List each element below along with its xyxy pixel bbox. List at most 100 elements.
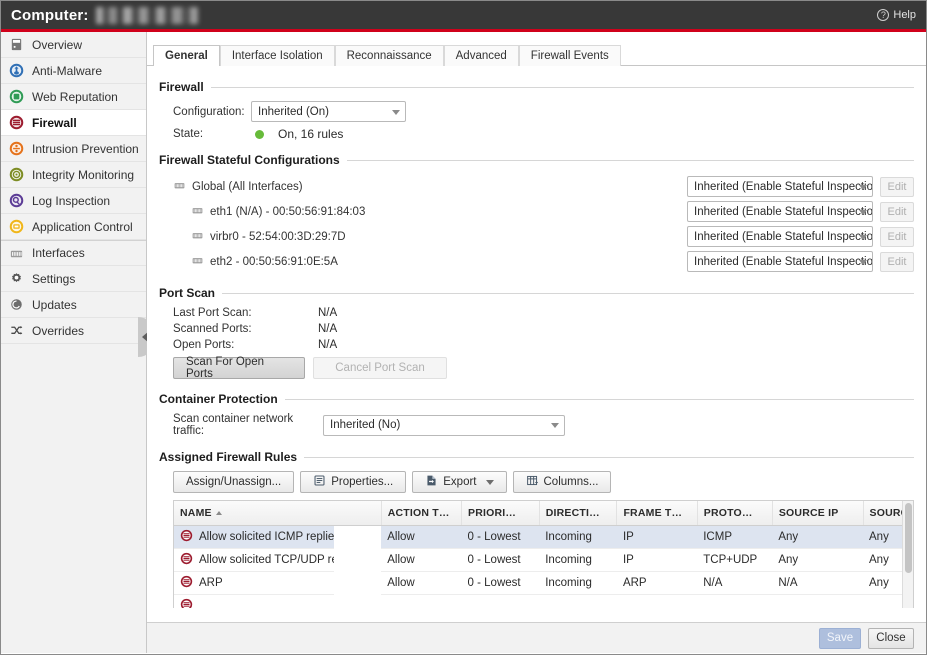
rule-name-label: Allow solicited ICMP replies — [199, 531, 334, 543]
rule-name-cell: DHCP Server — [174, 595, 334, 609]
stateful-select[interactable]: Inherited (Enable Stateful Inspection) — [687, 176, 873, 197]
sidebar-item-firewall[interactable]: Firewall — [1, 110, 146, 136]
sidebar-item-label: Settings — [32, 272, 75, 286]
port-scan-field: Last Port Scan:N/A — [173, 307, 914, 319]
updates-icon — [9, 297, 24, 312]
stateful-select-wrap: Inherited (Enable Stateful Inspection) — [687, 201, 873, 222]
sidebar-item-integrity-monitoring[interactable]: Integrity Monitoring — [1, 162, 146, 188]
question-circle-icon: ? — [877, 9, 889, 21]
help-link[interactable]: ? Help — [877, 9, 916, 21]
table-cell: 0 - Lowest — [462, 572, 540, 595]
stateful-select[interactable]: Inherited (Enable Stateful Inspection) — [687, 251, 873, 272]
container-traffic-select[interactable]: Inherited (No) — [323, 415, 565, 436]
sidebar-item-settings[interactable]: Settings — [1, 266, 146, 292]
column-header-frame-t[interactable]: FRAME T… — [617, 501, 697, 525]
sidebar-item-anti-malware[interactable]: Anti-Malware — [1, 58, 146, 84]
rules-vertical-scrollbar-thumb[interactable] — [905, 503, 912, 573]
rules-table: NAMEACTION TYP… PRIORI… DIRECTI…FRAME T…PR… — [174, 501, 914, 608]
port-scan-buttons: Scan For Open Ports Cancel Port Scan — [173, 357, 914, 379]
configuration-select[interactable]: Inherited (On) — [251, 101, 406, 122]
toolbar-button-label: Properties... — [331, 476, 393, 488]
stateful-select-wrap: Inherited (Enable Stateful Inspection) — [687, 176, 873, 197]
section-firewall-label: Firewall — [159, 80, 204, 94]
port-scan-field-value: N/A — [318, 307, 337, 319]
integrity-monitoring-icon — [9, 167, 24, 182]
table-cell: Any — [772, 595, 863, 609]
section-port-scan: Port Scan — [159, 286, 914, 300]
stateful-select[interactable]: Inherited (Enable Stateful Inspection) — [687, 226, 873, 247]
table-cell: 0 - Lowest — [462, 525, 540, 549]
table-row[interactable]: Allow solicited TCP/UDP repliesAllow0 - … — [174, 549, 914, 572]
intrusion-prevention-icon — [9, 141, 24, 156]
state-value: On, 16 rules — [278, 127, 343, 141]
status-indicator-dot — [255, 130, 264, 139]
sidebar-item-intrusion-prevention[interactable]: Intrusion Prevention — [1, 136, 146, 162]
tab-general[interactable]: General — [153, 45, 220, 66]
window-body: OverviewAnti-MalwareWeb ReputationFirewa… — [1, 32, 926, 653]
section-firewall: Firewall — [159, 80, 914, 94]
properties-button[interactable]: Properties... — [300, 471, 406, 493]
port-scan-field: Scanned Ports:N/A — [173, 323, 914, 335]
table-row[interactable]: DHCP ServerForce Allow2 - NormalIncoming… — [174, 595, 914, 609]
sidebar-item-interfaces[interactable]: Interfaces — [1, 240, 146, 266]
close-button[interactable]: Close — [868, 628, 914, 649]
port-scan-fields: Last Port Scan:N/AScanned Ports:N/AOpen … — [173, 307, 914, 351]
page-title: Computer: — [11, 7, 89, 24]
container-traffic-row: Scan container network traffic: Inherite… — [173, 413, 914, 437]
scan-for-open-ports-button[interactable]: Scan For Open Ports — [173, 357, 305, 379]
sidebar-item-application-control[interactable]: Application Control — [1, 214, 146, 240]
rules-vertical-scrollbar[interactable] — [902, 501, 913, 608]
sidebar-item-web-reputation[interactable]: Web Reputation — [1, 84, 146, 110]
firewall-window: Computer: ? Help OverviewAnti-MalwareWeb… — [0, 0, 927, 655]
table-row[interactable]: ARPAllow0 - LowestIncomingARPN/AN/AAnyN/… — [174, 572, 914, 595]
column-header-label: PRIORI… — [468, 507, 516, 519]
column-header-proto[interactable]: PROTO… — [697, 501, 772, 525]
stateful-row: virbr0 - 52:54:00:3D:29:7D Inherited (Ena… — [173, 224, 914, 249]
sidebar-item-log-inspection[interactable]: Log Inspection — [1, 188, 146, 214]
columns-button[interactable]: Columns... — [513, 471, 612, 493]
section-rules-label: Assigned Firewall Rules — [159, 450, 297, 464]
export-button[interactable]: Export — [412, 471, 506, 493]
port-scan-field-value: N/A — [318, 339, 337, 351]
sidebar-item-overview[interactable]: Overview — [1, 32, 146, 58]
toolbar-button-label: Export — [443, 476, 476, 488]
sidebar-item-updates[interactable]: Updates — [1, 292, 146, 318]
overrides-icon — [9, 323, 24, 338]
sidebar-item-label: Integrity Monitoring — [32, 168, 134, 182]
table-cell: 2 - Normal — [462, 595, 540, 609]
table-cell: Incoming — [539, 572, 617, 595]
web-reputation-icon — [9, 89, 24, 104]
table-cell: Incoming — [539, 595, 617, 609]
stateful-select[interactable]: Inherited (Enable Stateful Inspection) — [687, 201, 873, 222]
interfaces-icon — [9, 246, 24, 261]
table-cell: Incoming — [539, 549, 617, 572]
stateful-row-label: virbr0 - 52:54:00:3D:29:7D — [210, 231, 346, 243]
section-container-protection-label: Container Protection — [159, 392, 278, 406]
column-header-name[interactable]: NAME — [174, 501, 381, 525]
tab-interface-isolation[interactable]: Interface Isolation — [220, 45, 335, 66]
column-header-priori[interactable]: PRIORI… — [462, 501, 540, 525]
save-button[interactable]: Save — [819, 628, 861, 649]
table-cell: Allow — [381, 572, 461, 595]
anti-malware-icon — [9, 63, 24, 78]
chevron-down-icon — [486, 480, 494, 485]
title-bar: Computer: ? Help — [1, 1, 926, 32]
edit-button: Edit — [880, 202, 914, 222]
network-card-icon — [191, 254, 204, 270]
tab-advanced[interactable]: Advanced — [444, 45, 519, 66]
tab-firewall-events[interactable]: Firewall Events — [519, 45, 621, 66]
assign-unassign-button[interactable]: Assign/Unassign... — [173, 471, 294, 493]
table-cell: Allow — [381, 525, 461, 549]
column-header-source-ip[interactable]: SOURCE IP — [772, 501, 863, 525]
sidebar-item-label: Updates — [32, 298, 77, 312]
tab-reconnaissance[interactable]: Reconnaissance — [335, 45, 444, 66]
column-header-action-typ[interactable]: ACTION TYP… — [381, 501, 461, 525]
sidebar-item-overrides[interactable]: Overrides — [1, 318, 146, 344]
stateful-rows: Global (All Interfaces)Inherited (Enable… — [173, 174, 914, 274]
tab-content-general: Firewall Configuration: Inherited (On) S… — [147, 66, 926, 653]
tab-bar: GeneralInterface IsolationReconnaissance… — [147, 42, 926, 66]
column-header-directi[interactable]: DIRECTI… — [539, 501, 617, 525]
stateful-row: eth2 - 00:50:56:91:0E:5AInherited (Enabl… — [173, 249, 914, 274]
table-row[interactable]: Allow solicited ICMP replies Allow0 - Low… — [174, 525, 914, 549]
properties-icon — [313, 474, 326, 490]
